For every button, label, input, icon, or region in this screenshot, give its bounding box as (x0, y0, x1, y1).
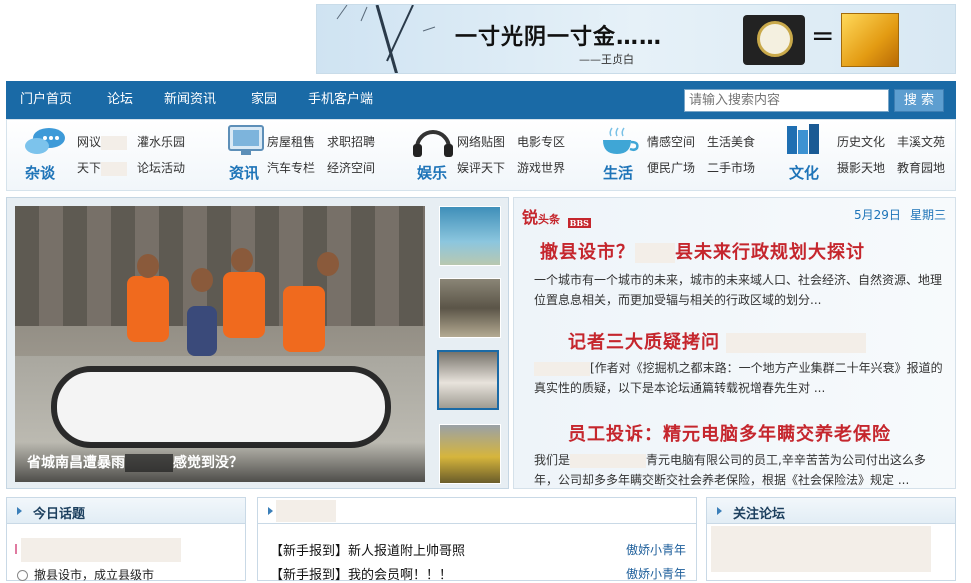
radio-icon[interactable] (17, 570, 28, 581)
category-link[interactable]: 房屋租售 (267, 133, 315, 150)
category-link[interactable]: 网络贴图 (457, 133, 505, 150)
category-link[interactable]: 便民广场 (647, 159, 695, 176)
arrow-icon (268, 507, 273, 515)
headline-title[interactable]: 员工投诉：精元电脑多年瞒交养老保险 (568, 420, 891, 446)
category-entertainment: 娱乐 网络贴图 电影专区 娱评天下 游戏世界 (411, 120, 601, 192)
category-link[interactable]: 求职招聘 (327, 133, 375, 150)
headlines-panel: 锐头条 BBS 5月29日 星期三 撤县设市？ 县未来行政规划大探讨 一个城市有一… (513, 197, 956, 489)
category-link[interactable]: 汽车专栏 (267, 159, 315, 176)
category-link[interactable]: 经济空间 (327, 159, 375, 176)
nav-homeland[interactable]: 家园 (251, 81, 277, 119)
gold-bars-icon (841, 13, 899, 67)
chat-bubbles-icon (25, 128, 65, 154)
topic-option[interactable]: 撤县设市，成立县级市 (17, 566, 154, 583)
post-author[interactable]: 傲娇小青年 (626, 541, 686, 558)
headline-logo: 锐头条 BBS (522, 208, 591, 228)
category-title: 生活 (603, 164, 634, 182)
post-author[interactable]: 傲娇小青年 (626, 565, 686, 582)
slide-main-photo[interactable]: 省城南昌遭暴雨 感觉到没？ (15, 206, 425, 482)
category-link[interactable]: 丰溪文苑 (897, 133, 945, 150)
rescue-boat-thumb[interactable] (437, 350, 499, 410)
excavator-thumb[interactable] (439, 424, 501, 484)
banner-author: ——王贞白 (579, 53, 634, 66)
top-banner-ad[interactable]: 一寸光阴一寸金…… ——王贞白 = (316, 4, 956, 74)
slide-caption[interactable]: 省城南昌遭暴雨 感觉到没？ (27, 452, 243, 472)
new-posts-panel: 【新手报到】新人报道附上帅哥照 傲娇小青年 【新手报到】我的会员啊！！！ 傲娇小… (257, 497, 697, 583)
category-link[interactable]: 历史文化 (837, 133, 885, 150)
headphones-icon (413, 130, 453, 157)
arrow-icon (17, 507, 22, 515)
category-title: 文化 (789, 164, 820, 182)
headline-weekday: 星期三 (910, 208, 947, 222)
clock-hands-decoration (336, 5, 436, 73)
photo-slideshow: 省城南昌遭暴雨 感觉到没？ (6, 197, 509, 489)
category-link[interactable]: 二手市场 (707, 159, 755, 176)
post-link[interactable]: 【新手报到】新人报道附上帅哥照 (270, 540, 465, 559)
category-title: 娱乐 (417, 164, 448, 182)
today-topics-panel: 今日话题 撤县设市，成立县级市 (6, 497, 246, 583)
category-life: 生活 情感空间 生活美食 便民广场 二手市场 (597, 120, 787, 192)
category-link[interactable]: 生活美食 (707, 133, 755, 150)
headline-summary: 我们是 青元电脑有限公司的员工,辛辛苦苦为公司付出这么多年，公司却多多年瞒交断交社… (534, 453, 926, 487)
watch-icon (743, 15, 805, 65)
search-input[interactable] (684, 89, 889, 112)
headline-summary: [作者对《挖掘机之都末路：一个地方产业集群二十年兴衰》报道的真实性的质疑，以下是… (534, 361, 943, 395)
category-link[interactable]: 摄影天地 (837, 159, 885, 176)
banner-equals: = (811, 19, 835, 52)
nav-home[interactable]: 门户首页 (20, 81, 72, 119)
marker-icon (15, 544, 17, 554)
nav-forum[interactable]: 论坛 (107, 81, 133, 119)
headline-logo-tag: BBS (567, 218, 591, 228)
category-title: 杂谈 (25, 164, 56, 182)
books-icon (787, 124, 819, 154)
headline-summary: 一个城市有一个城市的未来，城市的未来域人口、社会经济、自然资源、地理位置息息相关… (534, 273, 943, 307)
headline-title[interactable]: 记者三大质疑拷问 (568, 328, 866, 354)
category-link[interactable]: 论坛活动 (137, 159, 185, 176)
category-link[interactable]: 娱评天下 (457, 159, 505, 176)
category-bar: 杂谈 网议 灌水乐园 天下 论坛活动 资讯 房屋租售 求职招聘 汽车专栏 经济空… (6, 119, 956, 191)
teacup-icon (603, 127, 639, 154)
headline-date: 5月29日 (854, 208, 901, 222)
category-info: 资讯 房屋租售 求职招聘 汽车专栏 经济空间 (223, 120, 413, 192)
street-thumb[interactable] (439, 278, 501, 338)
nav-mobile-client[interactable]: 手机客户端 (308, 81, 373, 119)
category-culture: 文化 历史文化 丰溪文苑 摄影天地 教育园地 (783, 120, 957, 192)
follow-forum-panel: 关注论坛 (706, 497, 956, 581)
category-link[interactable]: 天下 (77, 159, 128, 176)
arrow-icon (717, 507, 722, 515)
category-title: 资讯 (229, 164, 260, 182)
building-sign-thumb[interactable] (439, 206, 501, 266)
headline-title[interactable]: 撤县设市？ 县未来行政规划大探讨 (540, 238, 865, 264)
post-link[interactable]: 【新手报到】我的会员啊！！！ (270, 564, 452, 583)
monitor-icon (228, 125, 264, 155)
category-link[interactable]: 游戏世界 (517, 159, 565, 176)
search-button[interactable]: 搜 索 (894, 89, 944, 112)
category-link[interactable]: 情感空间 (647, 133, 695, 150)
banner-slogan: 一寸光阴一寸金…… (455, 25, 663, 50)
category-link[interactable]: 电影专区 (517, 133, 565, 150)
nav-news[interactable]: 新闻资讯 (164, 81, 216, 119)
category-chat: 杂谈 网议 灌水乐园 天下 论坛活动 (7, 120, 197, 192)
panel-title: 关注论坛 (733, 507, 786, 522)
panel-title: 今日话题 (33, 507, 86, 522)
category-link[interactable]: 教育园地 (897, 159, 945, 176)
category-link[interactable]: 灌水乐园 (137, 133, 185, 150)
category-link[interactable]: 网议 (77, 133, 128, 150)
